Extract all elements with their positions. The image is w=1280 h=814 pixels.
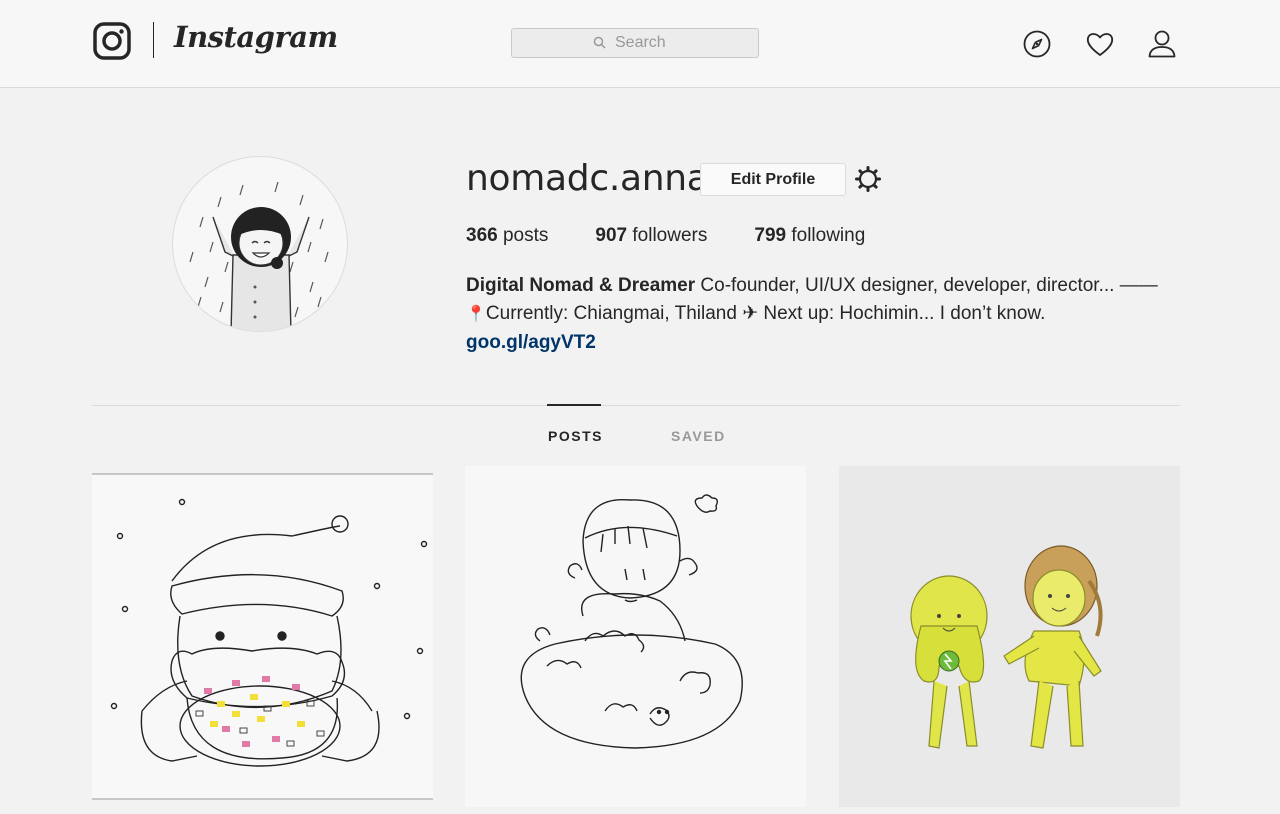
profile-stats: 366 posts 907 followers 799 following: [466, 225, 912, 247]
followers-count: 907: [595, 225, 628, 246]
following-stat[interactable]: 799 following: [754, 225, 865, 247]
posts-count: 366: [466, 225, 498, 246]
followers-stat[interactable]: 907 followers: [595, 225, 707, 247]
post-thumbnail[interactable]: [839, 466, 1180, 807]
bio-description: Co-founder, UI/UX designer, developer, d…: [700, 275, 1158, 296]
search-input[interactable]: [613, 33, 677, 53]
search-box[interactable]: [511, 28, 759, 58]
following-count: 799: [754, 225, 787, 246]
explore-icon[interactable]: [1022, 29, 1052, 59]
bio-line-2: 📍Currently: Chiangmai, Thiland ✈ Next up…: [466, 300, 1186, 329]
post-thumbnail[interactable]: [92, 466, 433, 807]
logo-divider: [153, 22, 154, 58]
posts-label: posts: [502, 225, 549, 246]
profile-bio: Digital Nomad & Dreamer Co-founder, UI/U…: [466, 272, 1186, 357]
active-tab-indicator: [547, 404, 601, 406]
followers-label: followers: [632, 225, 708, 246]
profile-avatar[interactable]: [172, 156, 348, 332]
profile-username: nomadc.anna: [466, 158, 709, 199]
instagram-camera-icon[interactable]: [93, 22, 131, 60]
bio-line-1: Digital Nomad & Dreamer Co-founder, UI/U…: [466, 272, 1186, 300]
bio-full-name: Digital Nomad & Dreamer: [466, 275, 696, 296]
bio-link[interactable]: goo.gl/agyVT2: [466, 329, 1186, 357]
tabs-divider: [92, 405, 1180, 406]
tab-posts[interactable]: POSTS: [548, 428, 603, 444]
gear-icon[interactable]: [855, 166, 881, 192]
pin-icon: 📍: [466, 306, 486, 323]
posts-stat: 366 posts: [466, 225, 548, 247]
heart-icon[interactable]: [1085, 29, 1115, 59]
bio-location: Currently: Chiangmai, Thiland ✈ Next up:…: [485, 303, 1046, 324]
edit-profile-button[interactable]: Edit Profile: [700, 163, 846, 196]
following-label: following: [791, 225, 866, 246]
post-thumbnail[interactable]: [465, 466, 806, 807]
top-nav-bar: Instagram: [0, 0, 1280, 88]
profile-icon[interactable]: [1147, 29, 1177, 59]
search-icon: [593, 36, 606, 49]
instagram-wordmark[interactable]: Instagram: [174, 20, 338, 54]
tab-saved[interactable]: SAVED: [671, 428, 726, 444]
